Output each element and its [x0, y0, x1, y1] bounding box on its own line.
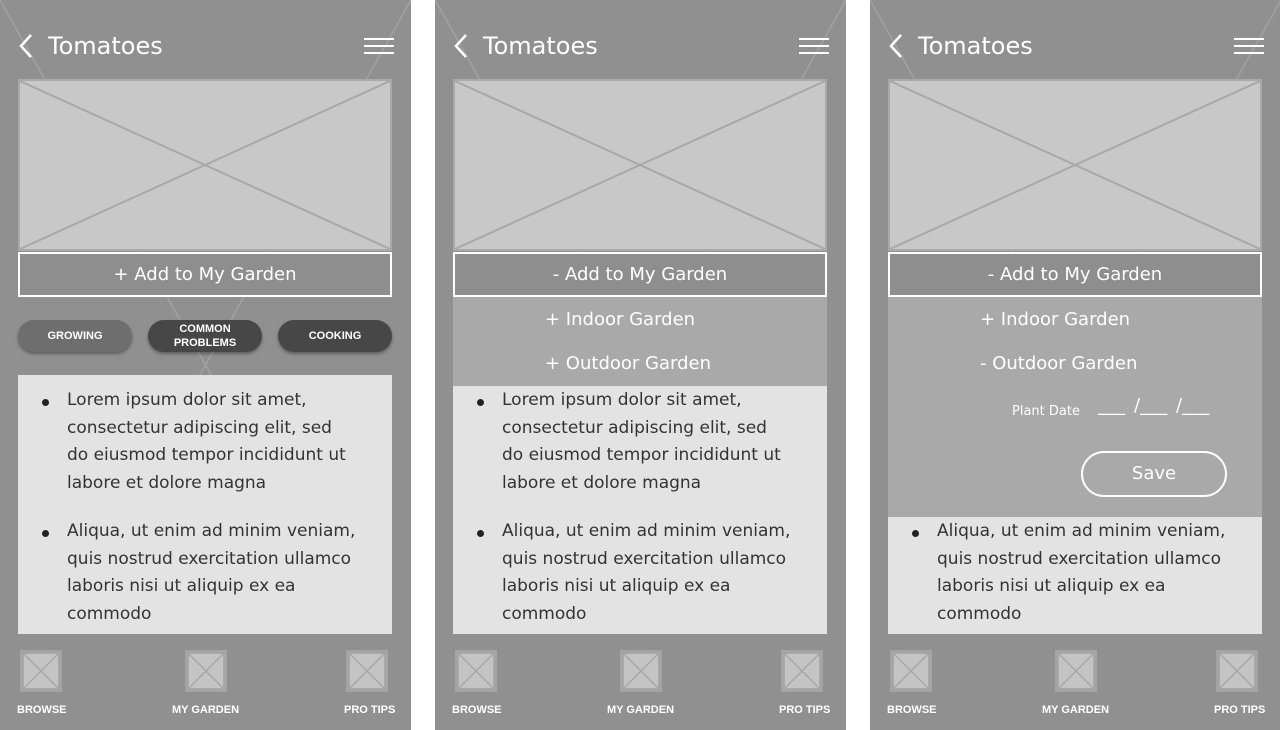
image-placeholder-icon	[1055, 650, 1097, 692]
dropdown-item-outdoor-garden[interactable]: + Outdoor Garden	[545, 352, 711, 376]
screen-2-add-dropdown: Tomatoes + Indoor Garden + Outdoor Garde…	[435, 0, 846, 730]
tab-cooking[interactable]: COOKING	[278, 320, 392, 352]
list-item: Aliqua, ut enim ad minim veniam, quis no…	[477, 518, 792, 628]
dropdown-item-indoor-garden[interactable]: + Indoor Garden	[980, 308, 1130, 332]
tab-growing[interactable]: GROWING	[18, 320, 132, 352]
list-item: Aliqua, ut enim ad minim veniam, quis no…	[42, 518, 357, 628]
tab-common-problems-label: COMMON PROBLEMS	[173, 323, 237, 349]
chevron-left-icon[interactable]	[451, 32, 473, 60]
image-placeholder-icon	[18, 79, 392, 251]
date-year-field[interactable]: /___	[1176, 395, 1209, 416]
image-placeholder-icon	[185, 650, 227, 692]
image-placeholder-icon	[455, 650, 497, 692]
nav-my-garden-label: MY GARDEN	[1042, 704, 1110, 716]
hamburger-menu-icon[interactable]	[1234, 38, 1264, 58]
content-list: Lorem ipsum dolor sit amet, consectetur …	[453, 386, 827, 634]
nav-my-garden-label: MY GARDEN	[172, 704, 240, 716]
image-placeholder-icon	[20, 650, 62, 692]
page-title: Tomatoes	[918, 32, 1033, 60]
add-to-my-garden-button[interactable]: - Add to My Garden	[453, 252, 827, 297]
nav-browse-label: BROWSE	[17, 704, 67, 716]
page-title: Tomatoes	[483, 32, 598, 60]
screen-1-plant-detail: Tomatoes + Add to My Garden GROWING COMM…	[0, 0, 411, 730]
tab-common-problems[interactable]: COMMON PROBLEMS	[148, 320, 262, 352]
nav-my-garden-label: MY GARDEN	[607, 704, 675, 716]
image-placeholder-icon	[620, 650, 662, 692]
image-placeholder-icon	[781, 650, 823, 692]
dropdown-item-indoor-garden[interactable]: + Indoor Garden	[545, 308, 695, 332]
content-list: Lorem ipsum dolor sit amet, consectetur …	[18, 375, 392, 634]
dropdown-item-outdoor-garden[interactable]: - Outdoor Garden	[980, 352, 1137, 376]
add-to-my-garden-button[interactable]: - Add to My Garden	[888, 252, 1262, 297]
nav-pro-tips-label: PRO TIPS	[344, 704, 396, 716]
content-list: Aliqua, ut enim ad minim veniam, quis no…	[888, 517, 1262, 634]
app-header: Tomatoes	[0, 0, 411, 76]
chevron-left-icon[interactable]	[16, 32, 38, 60]
chevron-left-icon[interactable]	[886, 32, 908, 60]
image-placeholder-icon	[890, 650, 932, 692]
list-item: Lorem ipsum dolor sit amet, consectetur …	[477, 387, 792, 497]
image-placeholder-icon	[1216, 650, 1258, 692]
save-button[interactable]: Save	[1081, 451, 1227, 497]
hamburger-menu-icon[interactable]	[364, 38, 394, 58]
image-placeholder-icon	[453, 79, 827, 251]
image-placeholder-icon	[888, 79, 1262, 251]
app-header: Tomatoes	[435, 0, 846, 76]
plant-date-label: Plant Date	[1012, 404, 1080, 419]
nav-pro-tips-label: PRO TIPS	[779, 704, 831, 716]
nav-pro-tips-label: PRO TIPS	[1214, 704, 1266, 716]
hamburger-menu-icon[interactable]	[799, 38, 829, 58]
nav-browse-label: BROWSE	[452, 704, 502, 716]
add-to-my-garden-button[interactable]: + Add to My Garden	[18, 252, 392, 297]
date-day-field[interactable]: /___	[1134, 395, 1167, 416]
nav-browse-label: BROWSE	[887, 704, 937, 716]
page-title: Tomatoes	[48, 32, 163, 60]
date-month-field[interactable]: ___	[1098, 395, 1125, 416]
screen-3-plant-date: Tomatoes + Indoor Garden - Outdoor Garde…	[870, 0, 1280, 730]
list-item: Lorem ipsum dolor sit amet, consectetur …	[42, 387, 357, 497]
image-placeholder-icon	[346, 650, 388, 692]
app-header: Tomatoes	[870, 0, 1280, 76]
list-item: Aliqua, ut enim ad minim veniam, quis no…	[912, 518, 1227, 628]
